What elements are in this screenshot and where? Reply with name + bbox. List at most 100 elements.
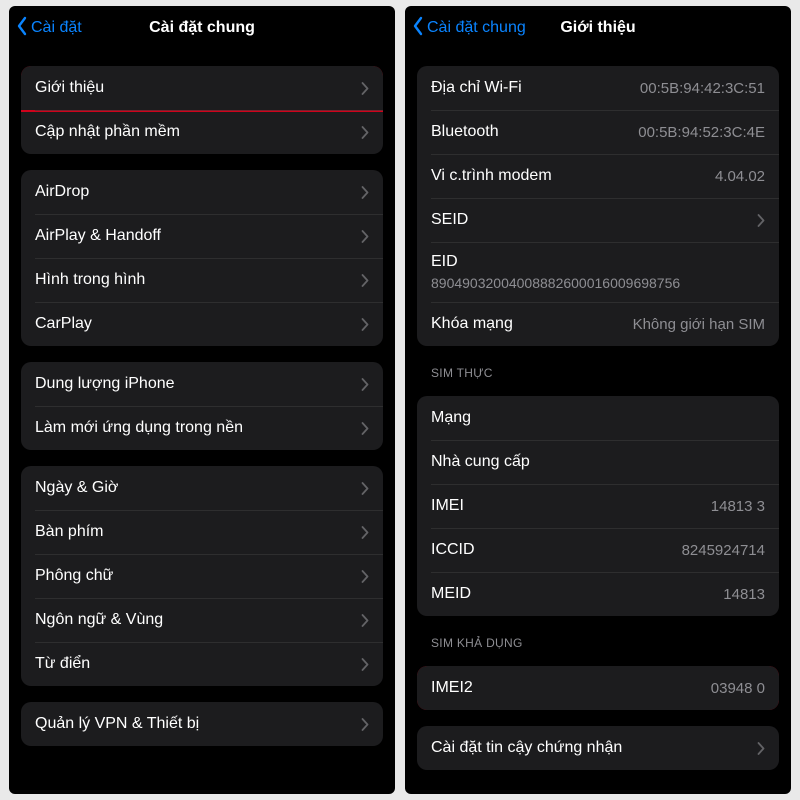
row-label: Khóa mạng bbox=[431, 315, 513, 333]
row-label: Cập nhật phần mềm bbox=[35, 123, 180, 141]
row-label: CarPlay bbox=[35, 315, 92, 333]
chevron-right-icon bbox=[361, 274, 369, 287]
chevron-right-icon bbox=[361, 526, 369, 539]
row-wifi[interactable]: Địa chỉ Wi-Fi 00:5B:94:42:3C:51 bbox=[417, 66, 779, 110]
row-label: IMEI2 bbox=[431, 679, 473, 697]
row-right bbox=[353, 230, 369, 243]
row-label: Phông chữ bbox=[35, 567, 113, 585]
about-content[interactable]: Địa chỉ Wi-Fi 00:5B:94:42:3C:51 Bluetooth 0… bbox=[405, 50, 791, 794]
row-right: 14813 bbox=[723, 586, 765, 603]
phone-general-settings: Cài đặt Cài đặt chung Giới thiệu Cập nhật… bbox=[9, 6, 395, 794]
back-label: Cài đặt chung bbox=[427, 19, 526, 37]
row-label: Vi c.trình modem bbox=[431, 167, 552, 185]
row-value: 00:5B:94:42:3C:51 bbox=[640, 80, 765, 97]
chevron-right-icon bbox=[361, 570, 369, 583]
chevron-right-icon bbox=[361, 614, 369, 627]
row-seid[interactable]: SEID bbox=[417, 198, 779, 242]
row-label: IMEI bbox=[431, 497, 464, 515]
chevron-right-icon bbox=[757, 214, 765, 227]
row-label: Mạng bbox=[431, 409, 471, 427]
row-lock[interactable]: Khóa mạng Không giới hạn SIM bbox=[417, 302, 779, 346]
phone-about: Cài đặt chung Giới thiệu Địa chỉ Wi-Fi 00… bbox=[405, 6, 791, 794]
chevron-left-icon bbox=[15, 16, 29, 41]
back-label: Cài đặt bbox=[31, 19, 82, 37]
row-iccid[interactable]: ICCID 8245924714 bbox=[417, 528, 779, 572]
row-imei[interactable]: IMEI 14813 3 bbox=[417, 484, 779, 528]
row-label: Từ điển bbox=[35, 655, 90, 673]
row-label: Cài đặt tin cậy chứng nhận bbox=[431, 739, 622, 757]
chevron-right-icon bbox=[361, 318, 369, 331]
chevron-right-icon bbox=[757, 742, 765, 755]
row-bt[interactable]: Bluetooth 00:5B:94:52:3C:4E bbox=[417, 110, 779, 154]
row-keyboard[interactable]: Bàn phím bbox=[21, 510, 383, 554]
row-carplay[interactable]: CarPlay bbox=[21, 302, 383, 346]
row-label: Quản lý VPN & Thiết bị bbox=[35, 715, 199, 733]
row-vpn[interactable]: Quản lý VPN & Thiết bị bbox=[21, 702, 383, 746]
back-button[interactable]: Cài đặt chung bbox=[405, 16, 526, 41]
settings-group: Quản lý VPN & Thiết bị bbox=[21, 702, 383, 746]
row-label: MEID bbox=[431, 585, 471, 603]
row-pip[interactable]: Hình trong hình bbox=[21, 258, 383, 302]
row-dict[interactable]: Từ điển bbox=[21, 642, 383, 686]
row-right: 14813 3 bbox=[711, 498, 765, 515]
row-airplay[interactable]: AirPlay & Handoff bbox=[21, 214, 383, 258]
row-label: Bluetooth bbox=[431, 123, 499, 141]
row-storage[interactable]: Dung lượng iPhone bbox=[21, 362, 383, 406]
row-value: Không giới hạn SIM bbox=[633, 316, 765, 333]
row-label: Địa chỉ Wi-Fi bbox=[431, 79, 522, 97]
row-right: Không giới hạn SIM bbox=[633, 316, 765, 333]
row-carrier[interactable]: Nhà cung cấp bbox=[417, 440, 779, 484]
settings-group: Cài đặt tin cậy chứng nhận bbox=[417, 726, 779, 770]
row-label: Nhà cung cấp bbox=[431, 453, 530, 471]
row-subvalue: 89049032004008882600016009698756 bbox=[431, 275, 680, 291]
row-label: AirPlay & Handoff bbox=[35, 227, 161, 245]
row-right bbox=[353, 658, 369, 671]
chevron-right-icon bbox=[361, 482, 369, 495]
chevron-left-icon bbox=[411, 16, 425, 41]
row-airdrop[interactable]: AirDrop bbox=[21, 170, 383, 214]
nav-bar: Cài đặt Cài đặt chung bbox=[9, 6, 395, 50]
row-right bbox=[353, 378, 369, 391]
row-fonts[interactable]: Phông chữ bbox=[21, 554, 383, 598]
back-button[interactable]: Cài đặt bbox=[9, 16, 82, 41]
row-value: 14813 bbox=[723, 586, 765, 603]
row-cert[interactable]: Cài đặt tin cậy chứng nhận bbox=[417, 726, 779, 770]
row-label: EID bbox=[431, 253, 458, 271]
row-right bbox=[353, 186, 369, 199]
row-right bbox=[353, 482, 369, 495]
row-value: 00:5B:94:52:3C:4E bbox=[638, 124, 765, 141]
settings-group: AirDrop AirPlay & Handoff Hình trong hình C… bbox=[21, 170, 383, 346]
row-lang[interactable]: Ngôn ngữ & Vùng bbox=[21, 598, 383, 642]
settings-group: Địa chỉ Wi-Fi 00:5B:94:42:3C:51 Bluetooth 0… bbox=[417, 66, 779, 346]
nav-bar: Cài đặt chung Giới thiệu bbox=[405, 6, 791, 50]
row-software-update[interactable]: Cập nhật phần mềm bbox=[21, 110, 383, 154]
row-right bbox=[353, 274, 369, 287]
section-header: SIM KHẢ DỤNG bbox=[431, 636, 779, 650]
row-label: ICCID bbox=[431, 541, 475, 559]
row-label: Bàn phím bbox=[35, 523, 103, 541]
row-right bbox=[353, 422, 369, 435]
row-network[interactable]: Mạng bbox=[417, 396, 779, 440]
settings-group: Giới thiệu Cập nhật phần mềm bbox=[21, 66, 383, 154]
chevron-right-icon bbox=[361, 718, 369, 731]
row-value: 03948 0 bbox=[711, 680, 765, 697]
row-label: AirDrop bbox=[35, 183, 89, 201]
row-right: 4.04.02 bbox=[715, 168, 765, 185]
row-meid[interactable]: MEID 14813 bbox=[417, 572, 779, 616]
row-right: 8245924714 bbox=[682, 542, 765, 559]
chevron-right-icon bbox=[361, 378, 369, 391]
row-bg-refresh[interactable]: Làm mới ứng dụng trong nền bbox=[21, 406, 383, 450]
row-about[interactable]: Giới thiệu bbox=[21, 66, 383, 110]
row-imei2[interactable]: IMEI2 03948 0 bbox=[417, 666, 779, 710]
row-right: 00:5B:94:42:3C:51 bbox=[640, 80, 765, 97]
row-right bbox=[353, 318, 369, 331]
section-header: SIM THỰC bbox=[431, 366, 779, 380]
row-right bbox=[353, 570, 369, 583]
stage: Cài đặt Cài đặt chung Giới thiệu Cập nhật… bbox=[0, 0, 800, 800]
row-modem[interactable]: Vi c.trình modem 4.04.02 bbox=[417, 154, 779, 198]
row-eid[interactable]: EID 89049032004008882600016009698756 bbox=[417, 242, 779, 302]
general-settings-content[interactable]: Giới thiệu Cập nhật phần mềm AirDrop AirPla… bbox=[9, 50, 395, 794]
row-date[interactable]: Ngày & Giờ bbox=[21, 466, 383, 510]
row-right bbox=[749, 742, 765, 755]
row-right bbox=[749, 214, 765, 227]
